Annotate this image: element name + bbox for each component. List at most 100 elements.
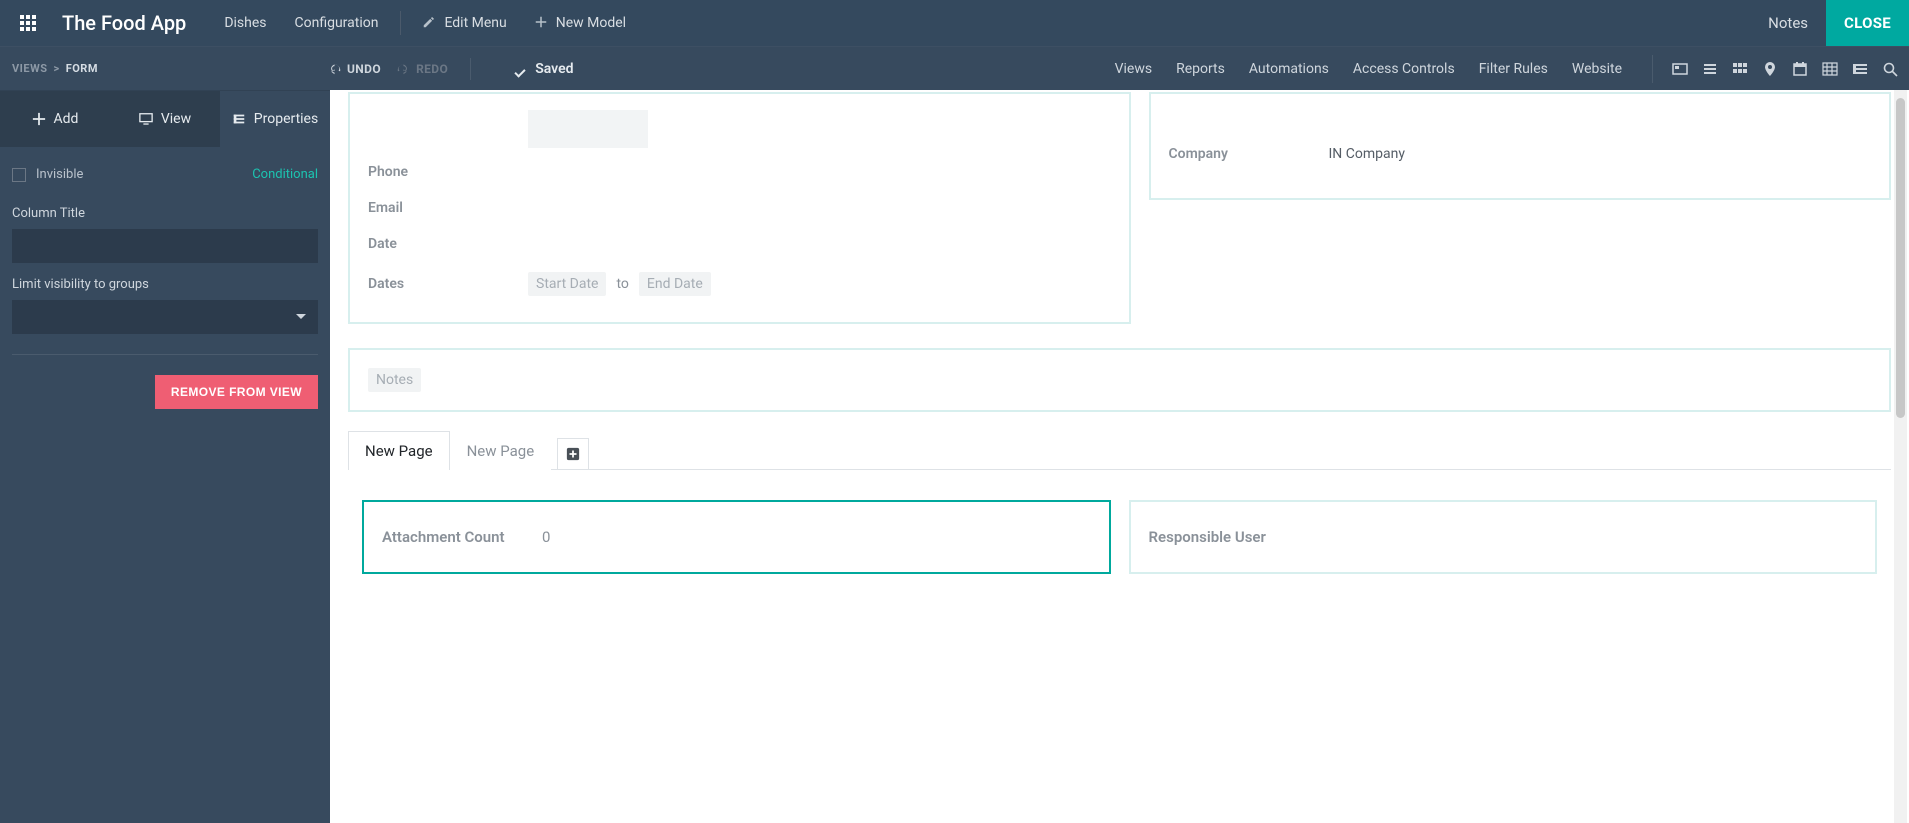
start-date-placeholder[interactable]: Start Date — [528, 272, 606, 296]
link-automations[interactable]: Automations — [1237, 47, 1341, 91]
attachment-count-card[interactable]: Attachment Count 0 — [362, 500, 1111, 574]
limit-visibility-label: Limit visibility to groups — [12, 277, 318, 292]
plus-icon — [32, 112, 46, 126]
invisible-row: Invisible Conditional — [12, 163, 318, 192]
form-right-block[interactable]: . Company IN Company — [1149, 92, 1892, 200]
dates-label: Dates — [368, 276, 528, 292]
apps-grid-icon — [20, 15, 36, 31]
email-label: Email — [368, 200, 528, 216]
image-placeholder[interactable] — [528, 110, 648, 148]
saved-indicator: Saved — [515, 61, 573, 77]
nav-new-model-label: New Model — [556, 15, 626, 31]
panel-tab-add-label: Add — [54, 111, 79, 127]
invisible-label: Invisible — [36, 167, 83, 182]
undo-button[interactable]: UNDO — [328, 62, 381, 76]
panel-divider — [12, 354, 318, 355]
breadcrumb: VIEWS > FORM — [12, 62, 98, 75]
app-title[interactable]: The Food App — [62, 11, 186, 35]
panel-tab-properties-label: Properties — [254, 111, 318, 127]
scrollbar-thumb[interactable] — [1896, 98, 1905, 418]
breadcrumb-root[interactable]: VIEWS — [12, 62, 48, 75]
date-range: Start Date to End Date — [528, 272, 711, 296]
plus-icon — [535, 16, 550, 30]
notes-link[interactable]: Notes — [1750, 0, 1826, 46]
monitor-icon — [139, 112, 153, 126]
list-view-icon[interactable] — [1701, 60, 1719, 78]
link-reports[interactable]: Reports — [1164, 47, 1237, 91]
topbar: The Food App Dishes Configuration Edit M… — [0, 0, 1909, 46]
saved-label: Saved — [535, 61, 573, 77]
panel-tab-view[interactable]: View — [110, 91, 220, 147]
page-tab-2[interactable]: New Page — [450, 431, 552, 470]
plus-square-icon — [566, 447, 580, 461]
link-views[interactable]: Views — [1103, 47, 1165, 91]
checkbox-icon — [12, 168, 26, 182]
link-filter-rules[interactable]: Filter Rules — [1467, 47, 1560, 91]
nav-dishes[interactable]: Dishes — [210, 0, 280, 46]
properties-icon — [232, 112, 246, 126]
nav-edit-menu-label: Edit Menu — [444, 15, 506, 31]
panel-tab-properties[interactable]: Properties — [220, 91, 330, 147]
top-section-row: Phone Email Date Dates Start Date to End… — [348, 92, 1891, 348]
responsible-user-label: Responsible User — [1149, 528, 1309, 546]
row-hidden-top: . — [1169, 110, 1872, 136]
nav-new-model[interactable]: New Model — [521, 0, 640, 46]
breadcrumb-sep: > — [54, 62, 60, 75]
phone-label: Phone — [368, 164, 528, 180]
form-left-block[interactable]: Phone Email Date Dates Start Date to End… — [348, 92, 1131, 324]
date-label: Date — [368, 236, 528, 252]
page-tabs: New Page New Page — [348, 430, 1891, 470]
nav-edit-menu[interactable]: Edit Menu — [409, 0, 520, 46]
row-dates[interactable]: Dates Start Date to End Date — [368, 262, 1111, 306]
link-access-controls[interactable]: Access Controls — [1341, 47, 1467, 91]
form-right-col: . Company IN Company — [1149, 92, 1892, 348]
left-panel: Add View Properties Invisible Conditiona… — [0, 90, 330, 823]
column-title-label: Column Title — [12, 206, 318, 221]
search-icon[interactable] — [1881, 60, 1899, 78]
breadcrumb-current: FORM — [66, 62, 98, 75]
apps-launcher-icon[interactable] — [8, 0, 48, 46]
redo-icon — [397, 62, 410, 75]
card-view-icon[interactable] — [1671, 60, 1689, 78]
undo-label: UNDO — [347, 62, 381, 76]
row-date[interactable]: Date — [368, 226, 1111, 262]
row-phone[interactable]: Phone — [368, 154, 1111, 190]
nav-configuration[interactable]: Configuration — [281, 0, 393, 46]
map-view-icon[interactable] — [1761, 60, 1779, 78]
panel-tab-add[interactable]: Add — [0, 91, 110, 147]
end-date-placeholder[interactable]: End Date — [639, 272, 711, 296]
company-value[interactable]: IN Company — [1329, 146, 1405, 162]
close-button[interactable]: CLOSE — [1826, 0, 1909, 46]
page-tab-1[interactable]: New Page — [348, 431, 450, 470]
limit-visibility-select-wrap — [12, 300, 318, 334]
limit-visibility-select[interactable] — [12, 300, 318, 334]
remove-from-view-button[interactable]: REMOVE FROM VIEW — [155, 375, 318, 409]
column-title-input[interactable] — [12, 229, 318, 263]
responsible-user-card[interactable]: Responsible User — [1129, 500, 1878, 574]
row-company[interactable]: Company IN Company — [1169, 136, 1872, 172]
pivot-view-icon[interactable] — [1851, 60, 1869, 78]
grid-view-icon[interactable] — [1821, 60, 1839, 78]
attachment-count-label: Attachment Count — [382, 528, 542, 546]
notes-block[interactable]: Notes — [348, 348, 1891, 412]
body: Add View Properties Invisible Conditiona… — [0, 90, 1909, 823]
view-icons — [1652, 55, 1899, 83]
link-website[interactable]: Website — [1560, 47, 1634, 91]
row-email[interactable]: Email — [368, 190, 1111, 226]
kanban-view-icon[interactable] — [1731, 60, 1749, 78]
top-nav: Dishes Configuration Edit Menu New Model — [210, 0, 640, 46]
tab-body: Attachment Count 0 Responsible User — [348, 470, 1891, 614]
calendar-view-icon[interactable] — [1791, 60, 1809, 78]
scrollbar-track[interactable] — [1894, 90, 1907, 823]
invisible-checkbox[interactable]: Invisible — [12, 167, 83, 182]
notes-placeholder[interactable]: Notes — [368, 368, 421, 392]
check-icon — [515, 62, 529, 76]
add-page-tab-button[interactable] — [557, 438, 589, 470]
topbar-right: Notes CLOSE — [1750, 0, 1909, 46]
panel-body: Invisible Conditional Column Title Limit… — [0, 147, 330, 425]
panel-tab-view-label: View — [161, 111, 191, 127]
undo-redo-divider — [470, 58, 471, 80]
redo-button[interactable]: REDO — [397, 62, 448, 76]
conditional-link[interactable]: Conditional — [252, 167, 318, 182]
nav-divider — [400, 11, 401, 35]
